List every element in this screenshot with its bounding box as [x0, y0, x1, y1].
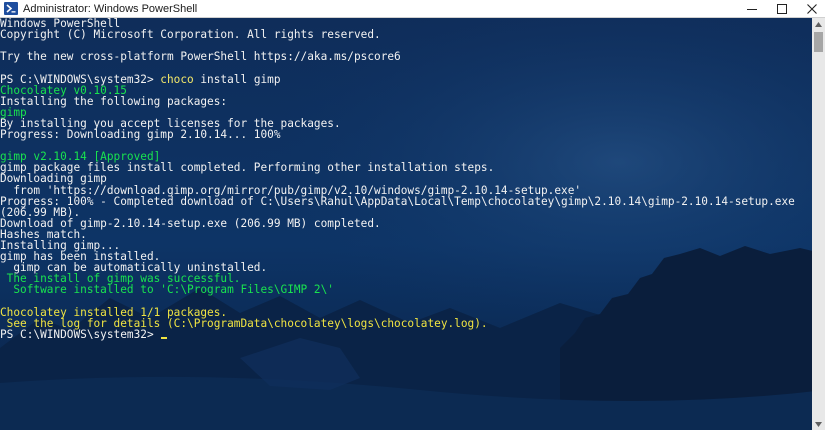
command-text: choco [160, 72, 194, 86]
terminal-output[interactable]: Windows PowerShell Copyright (C) Microsof… [0, 18, 812, 430]
output-line: from 'https://download.gimp.org/mirror/p… [0, 183, 582, 197]
chevron-up-icon [815, 22, 822, 27]
window-title: Administrator: Windows PowerShell [23, 3, 198, 15]
powershell-icon[interactable] [4, 2, 18, 15]
close-icon [807, 4, 817, 14]
output-line: Chocolatey v0.10.15 [0, 83, 127, 97]
scroll-up-button[interactable] [812, 18, 825, 30]
vertical-scrollbar[interactable] [812, 18, 825, 430]
maximize-icon [777, 4, 787, 14]
prompt-line: PS C:\WINDOWS\system32> choco install gi… [0, 72, 281, 86]
chevron-down-icon [815, 422, 822, 427]
output-line: Software installed to 'C:\Program Files\… [0, 283, 334, 297]
minimize-button[interactable] [738, 0, 766, 17]
output-line: Chocolatey installed 1/1 packages. [0, 305, 228, 319]
text-cursor [161, 336, 168, 339]
command-args: install gimp [193, 72, 281, 86]
title-bar[interactable]: Administrator: Windows PowerShell [0, 0, 825, 18]
prompt-text: PS C:\WINDOWS\system32> [0, 327, 161, 341]
prompt-line: PS C:\WINDOWS\system32> [0, 327, 168, 341]
scroll-down-button[interactable] [812, 418, 825, 430]
powershell-window: Administrator: Windows PowerShell Window… [0, 0, 825, 430]
output-line: Progress: 100% - Completed download of C… [0, 194, 795, 208]
output-line: Downloading gimp [0, 172, 107, 186]
scrollbar-thumb[interactable] [814, 32, 823, 52]
output-line: Progress: Downloading gimp 2.10.14... 10… [0, 128, 281, 141]
output-line: Copyright (C) Microsoft Corporation. All… [0, 28, 381, 42]
output-line: Try the new cross-platform PowerShell ht… [0, 50, 401, 64]
output-line: Installing the following packages: [0, 94, 228, 108]
maximize-button[interactable] [768, 0, 796, 17]
close-button[interactable] [798, 0, 825, 17]
minimize-icon [747, 9, 757, 10]
